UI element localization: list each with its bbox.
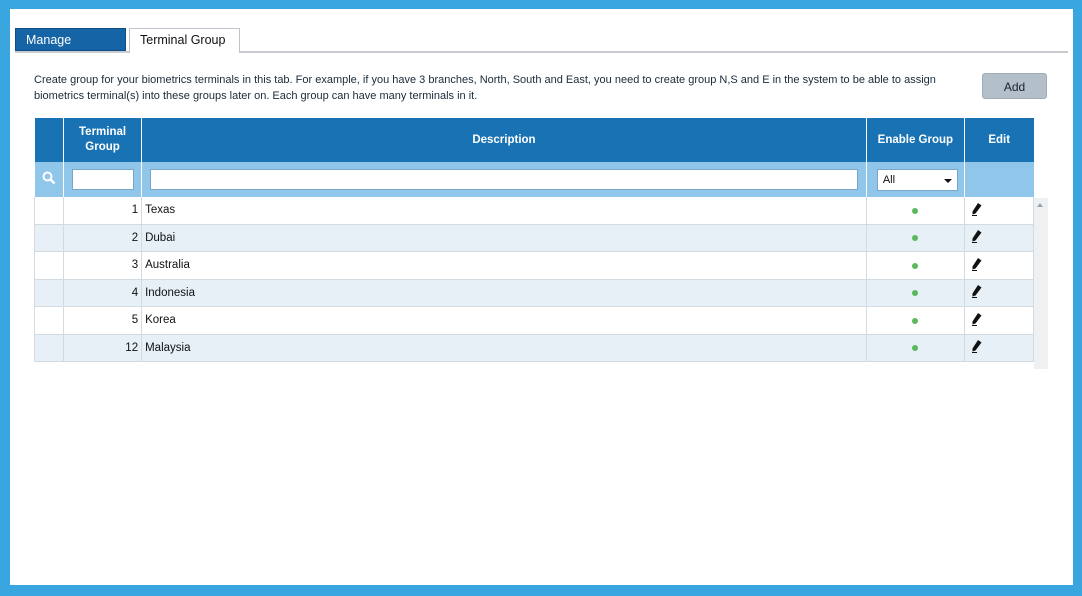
table-row[interactable]: 2 Dubai <box>33 224 1035 252</box>
group-number: 3 <box>63 251 143 280</box>
group-number: 5 <box>63 306 143 335</box>
group-number: 4 <box>63 279 143 307</box>
row-select-cell[interactable] <box>33 224 65 252</box>
pencil-icon[interactable] <box>971 312 983 326</box>
terminal-group-filter-input[interactable] <box>71 169 134 190</box>
chevron-down-icon <box>943 178 952 183</box>
search-icon <box>34 162 65 197</box>
description-filter-input[interactable] <box>149 169 858 190</box>
enabled-status-icon <box>912 317 919 324</box>
group-description: Malaysia <box>141 334 867 362</box>
filter-empty-cell <box>964 162 1034 197</box>
tab-bar: Manage Terminal Terminal Group <box>15 27 1068 70</box>
edit-header: Edit <box>964 118 1034 162</box>
tab-terminal-group[interactable]: Terminal Group <box>129 28 240 53</box>
pencil-icon[interactable] <box>971 284 983 299</box>
group-number: 1 <box>63 197 143 225</box>
enable-group-header[interactable]: Enable Group <box>866 118 965 162</box>
table-row[interactable]: 3 Australia <box>33 251 1035 280</box>
row-select-cell[interactable] <box>33 306 65 335</box>
table-row[interactable]: 5 Korea <box>33 306 1035 335</box>
main-panel: Manage Terminal Terminal Group Create gr… <box>10 9 1073 585</box>
group-description: Indonesia <box>141 279 867 307</box>
table-row[interactable]: 4 Indonesia <box>33 279 1035 307</box>
group-number: 12 <box>63 334 143 362</box>
group-description: Australia <box>141 251 867 280</box>
table-row[interactable]: 12 Malaysia <box>33 334 1035 362</box>
filter-row: All <box>34 162 1034 197</box>
row-select-cell[interactable] <box>33 334 65 362</box>
vertical-scrollbar[interactable] <box>1034 198 1048 369</box>
enabled-status-icon <box>912 207 919 214</box>
enabled-status-icon <box>912 235 919 242</box>
pencil-icon[interactable] <box>971 339 983 354</box>
add-button[interactable]: Add <box>982 73 1047 99</box>
row-select-cell[interactable] <box>33 197 65 225</box>
group-description: Korea <box>141 306 867 335</box>
group-description: Texas <box>141 197 867 225</box>
enabled-status-icon <box>912 345 919 352</box>
description-header[interactable]: Description <box>141 118 867 162</box>
page-description: Create group for your biometrics termina… <box>34 74 936 102</box>
row-select-cell[interactable] <box>33 251 65 280</box>
enable-group-filter-select[interactable]: All <box>876 168 958 191</box>
pencil-icon[interactable] <box>971 257 983 271</box>
pencil-icon[interactable] <box>971 202 983 216</box>
terminal-group-table: Terminal Group Description Enable Group … <box>33 118 1035 362</box>
scroll-up-arrow-icon[interactable] <box>1037 203 1043 207</box>
enabled-status-icon <box>912 262 919 269</box>
table-row[interactable]: 1 Texas <box>33 197 1035 225</box>
enable-group-filter-value: All <box>882 173 896 186</box>
group-number: 2 <box>63 224 143 252</box>
enabled-status-icon <box>912 290 919 297</box>
tab-manage-terminal[interactable]: Manage Terminal <box>15 28 126 70</box>
pencil-icon[interactable] <box>971 229 983 244</box>
row-select-cell[interactable] <box>33 279 65 307</box>
select-column-header <box>34 118 65 162</box>
terminal-group-header[interactable]: Terminal Group <box>63 118 143 162</box>
group-description: Dubai <box>141 224 867 252</box>
